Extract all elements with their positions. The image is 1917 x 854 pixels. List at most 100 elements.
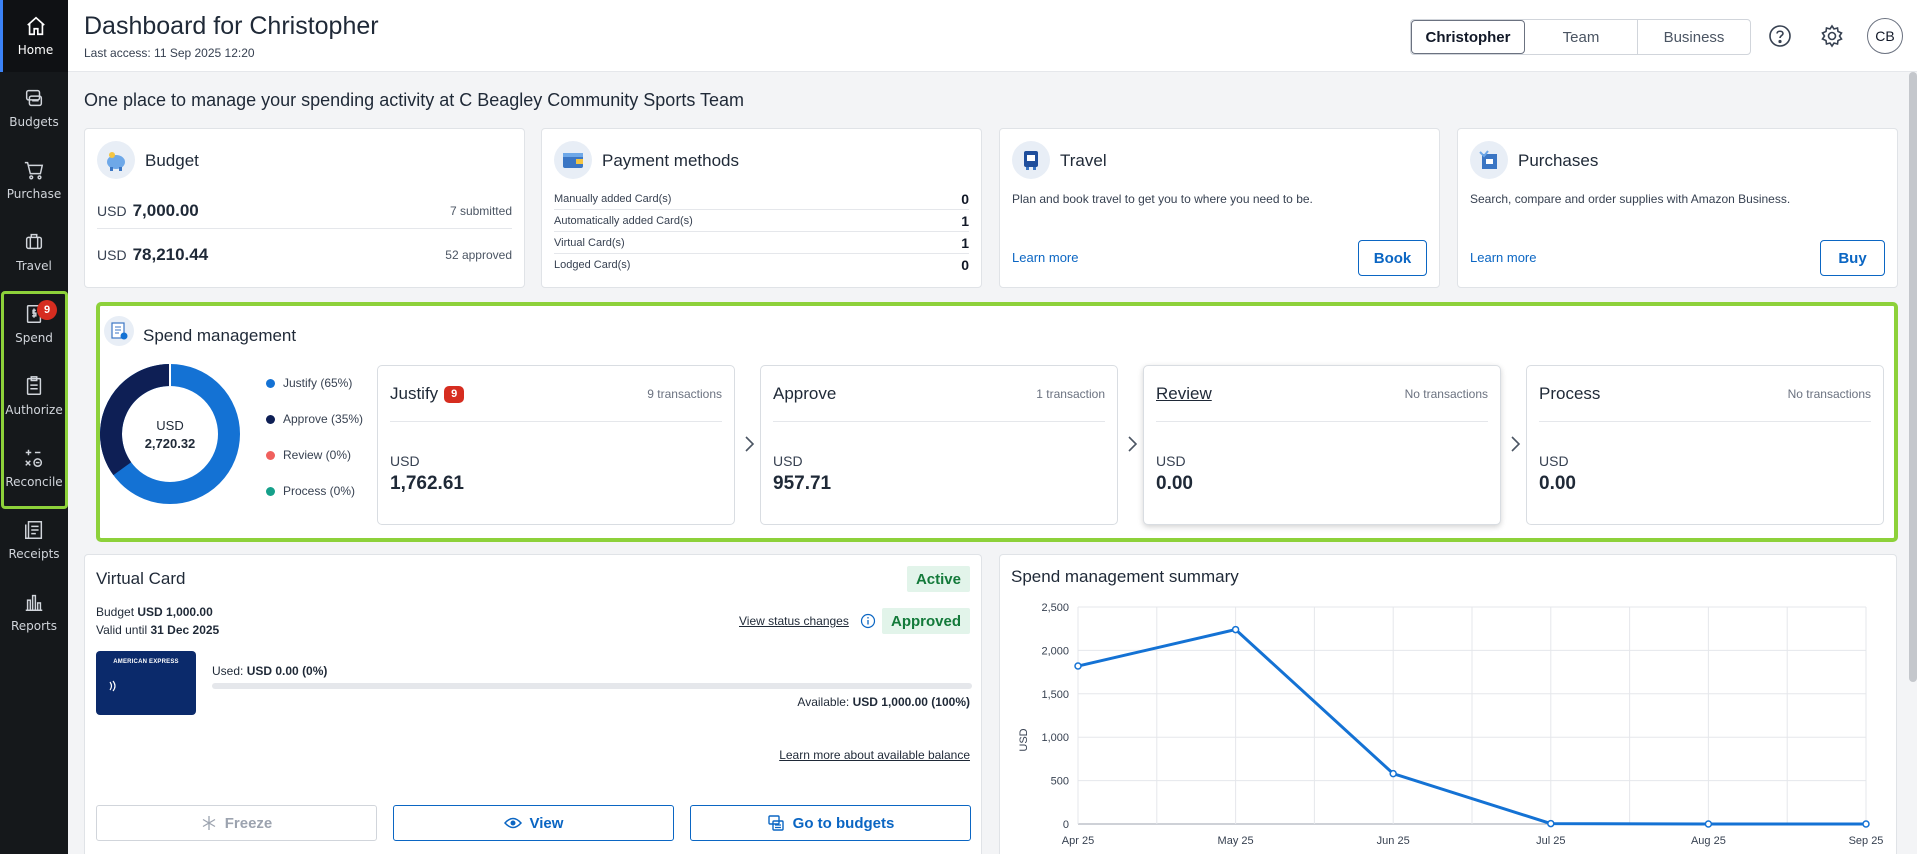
stage-amount: 0.00 — [1539, 473, 1576, 494]
available-label: Available: — [797, 695, 850, 709]
gear-icon[interactable] — [1818, 22, 1846, 50]
data-point[interactable] — [1862, 820, 1870, 828]
stage-count: No transactions — [1787, 387, 1871, 401]
view-tab-christopher[interactable]: Christopher — [1411, 20, 1525, 54]
divider — [390, 421, 722, 422]
stage-count: 9 transactions — [647, 387, 722, 401]
book-button[interactable]: Book — [1358, 240, 1427, 276]
sidebar-item-home[interactable]: Home — [0, 0, 68, 72]
travel-icon — [1012, 141, 1050, 179]
contactless-icon — [109, 680, 116, 692]
x-tick-label: May 25 — [1218, 835, 1254, 847]
travel-card-title: Travel — [1060, 151, 1107, 170]
spend-summary-line-chart: 0 500 1,000 1,500 2,000 2,500 Apr 25 May 25 Jun … — [1018, 602, 1884, 847]
stage-count: 1 transaction — [1036, 387, 1105, 401]
eye-icon — [503, 817, 522, 829]
sidebar-item-label: Home — [17, 43, 54, 57]
data-point[interactable] — [1231, 625, 1240, 634]
data-point[interactable] — [1389, 769, 1397, 778]
learn-more-balance-link[interactable]: Learn more about available balance — [779, 748, 970, 762]
virtual-card-panel: Virtual Card Active Budget USD 1,000.00 … — [84, 554, 982, 854]
travel-card: Travel Plan and book travel to get you t… — [999, 128, 1440, 288]
payment-methods-card: Payment methods Manually added Card(s) 0 … — [541, 128, 982, 288]
y-tick-label: 1,500 — [1041, 689, 1069, 701]
freeze-label: Freeze — [224, 814, 273, 832]
stage-card-process[interactable]: Process No transactions USD 0.00 — [1526, 365, 1884, 525]
view-tab-business[interactable]: Business — [1638, 20, 1750, 54]
view-button[interactable]: View — [393, 805, 674, 841]
active-status-badge: Active — [906, 566, 970, 592]
sidebar-item-label: Reconcile — [5, 475, 63, 489]
sidebar-item-label: Spend — [15, 331, 53, 345]
amex-card-image: AMERICAN EXPRESS — [96, 651, 196, 715]
currency: USD — [97, 202, 127, 219]
purchases-learn-more-link[interactable]: Learn more — [1470, 250, 1536, 265]
payment-row-value: 0 — [961, 190, 969, 207]
sidebar-item-travel[interactable]: Travel — [0, 216, 68, 288]
payment-row: Lodged Card(s) 0 — [554, 254, 969, 276]
notification-badge: 9 — [37, 300, 57, 320]
data-point[interactable] — [1074, 662, 1082, 670]
avatar[interactable]: CB — [1867, 18, 1903, 54]
payment-row-value: 1 — [961, 234, 969, 251]
available-line: Available: USD 1,000.00 (100%) — [797, 695, 970, 709]
currency: USD — [97, 247, 127, 263]
bar-chart-icon — [25, 594, 43, 611]
spend-donut-chart: USD 2,720.32 — [100, 364, 240, 504]
header: Dashboard for Christopher Last access: 1… — [68, 0, 1917, 72]
usage-progress-bar — [212, 683, 972, 689]
freeze-button[interactable]: Freeze — [96, 805, 377, 841]
budget-row-submitted: USD 7,000.00 7 submitted — [97, 193, 512, 229]
data-point[interactable] — [1704, 820, 1713, 828]
view-tab-team[interactable]: Team — [1525, 20, 1638, 54]
view-status-changes-link[interactable]: View status changes — [739, 614, 849, 628]
sidebar-item-reconcile[interactable]: Reconcile — [0, 432, 68, 504]
x-tick-label: Aug 25 — [1691, 835, 1726, 847]
payment-row: Virtual Card(s) 1 — [554, 232, 969, 254]
stage-name: Review — [1156, 384, 1212, 403]
used-label: Used: — [212, 664, 244, 678]
sidebar-item-label: Reports — [10, 619, 58, 633]
y-tick-label: 2,000 — [1041, 645, 1069, 657]
donut-currency: USD — [156, 418, 183, 433]
used-value: USD 0.00 (0%) — [246, 664, 328, 678]
stage-card-justify[interactable]: Justify 9 9 transactions USD 1,762.61 — [377, 365, 735, 525]
stage-name: Approve — [773, 384, 837, 403]
stage-card-approve[interactable]: Approve 1 transaction USD 957.71 — [760, 365, 1118, 525]
budget-card: Budget USD 7,000.00 7 submitted USD 78,2… — [84, 128, 525, 288]
purchases-icon — [1470, 141, 1508, 179]
home-icon — [26, 16, 45, 36]
go-to-budgets-button[interactable]: Go to budgets — [690, 805, 971, 841]
x-tick-label: Jun 25 — [1377, 835, 1410, 847]
sidebar-item-label: Purchase — [6, 187, 62, 201]
sidebar-item-budgets[interactable]: Budgets — [0, 72, 68, 144]
data-point[interactable] — [1547, 819, 1555, 828]
chevron-right-icon — [745, 436, 755, 452]
page-title: Dashboard for Christopher — [84, 12, 379, 40]
scrollbar[interactable] — [1909, 72, 1917, 682]
legend-label: Justify (65%) — [283, 376, 353, 390]
help-icon[interactable] — [1766, 22, 1794, 50]
submitted-count: 7 submitted — [449, 203, 512, 218]
stage-label: Justify — [390, 384, 439, 403]
budget-row-approved: USD 78,210.44 52 approved — [97, 237, 512, 273]
justify-badge: 9 — [444, 385, 465, 403]
last-access: Last access: 11 Sep 2025 12:20 — [84, 46, 255, 60]
payment-row-value: 1 — [961, 212, 969, 229]
virtual-card-title: Virtual Card — [96, 569, 186, 588]
legend-dot — [266, 378, 275, 388]
x-tick-label: Sep 25 — [1849, 835, 1884, 847]
sidebar-item-receipts[interactable]: Receipts — [0, 504, 68, 576]
info-icon[interactable] — [860, 613, 876, 629]
sidebar-item-spend[interactable]: Spend 9 — [0, 288, 68, 360]
sidebar-item-reports[interactable]: Reports — [0, 576, 68, 648]
payment-row-label: Lodged Card(s) — [554, 259, 631, 271]
used-line: Used: USD 0.00 (0%) — [212, 664, 327, 678]
stage-card-review[interactable]: Review No transactions USD 0.00 — [1143, 365, 1501, 525]
buy-button[interactable]: Buy — [1820, 240, 1885, 276]
clipboard-check-icon — [26, 376, 42, 395]
travel-learn-more-link[interactable]: Learn more — [1012, 250, 1078, 265]
sidebar-item-purchase[interactable]: Purchase — [0, 144, 68, 216]
sidebar-item-authorize[interactable]: Authorize — [0, 360, 68, 432]
stage-name: Justify 9 — [390, 384, 465, 404]
